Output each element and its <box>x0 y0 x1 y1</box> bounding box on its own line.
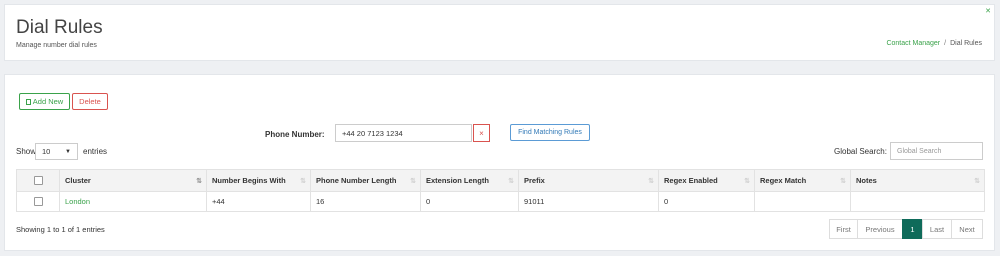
select-all-checkbox[interactable] <box>33 176 43 186</box>
column-header-prefix[interactable]: Prefix ⇅ <box>518 169 659 192</box>
column-header-phone-number-length[interactable]: Phone Number Length ⇅ <box>310 169 421 192</box>
sort-icon: ⇅ <box>974 177 980 185</box>
cell-regex-match <box>754 191 851 212</box>
column-label: Extension Length <box>426 176 489 185</box>
column-header-regex-match[interactable]: Regex Match ⇅ <box>754 169 851 192</box>
row-select-cell <box>16 191 60 212</box>
entries-per-page-value: 10 <box>42 147 51 156</box>
cell-regex-enabled: 0 <box>658 191 755 212</box>
breadcrumb-link-contact-manager[interactable]: Contact Manager <box>886 40 940 47</box>
row-checkbox[interactable] <box>33 197 43 207</box>
add-new-label: Add New <box>32 97 64 106</box>
cell-prefix: 91011 <box>518 191 659 212</box>
cell-extension-length: 0 <box>420 191 519 212</box>
page-previous-button[interactable]: Previous <box>857 219 903 239</box>
sort-icon: ⇅ <box>744 177 750 185</box>
global-search-label: Global Search: <box>834 147 887 156</box>
page-next-button[interactable]: Next <box>951 219 983 239</box>
breadcrumb-current: Dial Rules <box>950 40 982 47</box>
cell-notes <box>850 191 985 212</box>
page-first-button[interactable]: First <box>829 219 858 239</box>
sort-icon: ⇅ <box>840 177 846 185</box>
breadcrumb-separator: / <box>944 40 947 47</box>
sort-icon: ⇅ <box>410 177 416 185</box>
column-label: Phone Number Length <box>316 176 397 185</box>
close-icon[interactable]: ✕ <box>985 7 991 15</box>
dial-rules-table: Cluster ⇅ Number Begins With ⇅ Phone Numbe… <box>16 169 985 212</box>
column-header-number-begins-with[interactable]: Number Begins With ⇅ <box>206 169 311 192</box>
page-subtitle: Manage number dial rules <box>16 42 97 49</box>
cluster-link[interactable]: London <box>65 197 90 206</box>
breadcrumb: Contact Manager / Dial Rules <box>886 40 982 47</box>
column-header-regex-enabled[interactable]: Regex Enabled ⇅ <box>658 169 755 192</box>
entries-label: entries <box>83 147 108 156</box>
column-header-notes[interactable]: Notes ⇅ <box>850 169 985 192</box>
pagination: First Previous 1 Last Next <box>829 219 983 239</box>
column-header-cluster[interactable]: Cluster ⇅ <box>59 169 207 192</box>
column-label: Prefix <box>524 176 545 185</box>
cell-cluster: London <box>59 191 207 212</box>
page-last-button[interactable]: Last <box>922 219 952 239</box>
delete-button[interactable]: Delete <box>72 93 108 110</box>
chevron-down-icon: ▼ <box>65 148 71 155</box>
table-info: Showing 1 to 1 of 1 entries <box>16 225 105 234</box>
sort-icon: ⇅ <box>648 177 654 185</box>
select-all-header <box>16 169 60 192</box>
add-new-button[interactable]: Add New <box>19 93 70 110</box>
table-row: London +44 16 0 91011 0 <box>16 191 985 212</box>
main-panel: Add New Delete Phone Number: +44 20 7123… <box>4 74 995 251</box>
column-label: Number Begins With <box>212 176 286 185</box>
cell-phone-number-length: 16 <box>310 191 421 212</box>
show-label: Show <box>16 147 37 156</box>
document-icon <box>25 98 31 105</box>
column-header-extension-length[interactable]: Extension Length ⇅ <box>420 169 519 192</box>
page-1-button[interactable]: 1 <box>902 219 923 239</box>
entries-per-page-select[interactable]: 10 ▼ <box>35 143 78 160</box>
cell-number-begins-with: +44 <box>206 191 311 212</box>
column-label: Notes <box>856 176 877 185</box>
sort-icon: ⇅ <box>300 177 306 185</box>
phone-number-label: Phone Number: <box>265 130 325 139</box>
page-title: Dial Rules <box>16 17 103 38</box>
page-header: Dial Rules Manage number dial rules Cont… <box>4 4 995 61</box>
column-label: Regex Match <box>760 176 807 185</box>
clear-phone-button[interactable]: × <box>473 124 490 142</box>
find-matching-rules-button[interactable]: Find Matching Rules <box>510 124 590 141</box>
column-label: Cluster <box>65 176 91 185</box>
sort-asc-icon: ⇅ <box>196 177 202 185</box>
phone-number-input[interactable]: +44 20 7123 1234 <box>335 124 472 142</box>
sort-icon: ⇅ <box>508 177 514 185</box>
column-label: Regex Enabled <box>664 176 718 185</box>
global-search-input[interactable]: Global Search <box>890 142 983 160</box>
table-header-row: Cluster ⇅ Number Begins With ⇅ Phone Numbe… <box>16 169 985 192</box>
